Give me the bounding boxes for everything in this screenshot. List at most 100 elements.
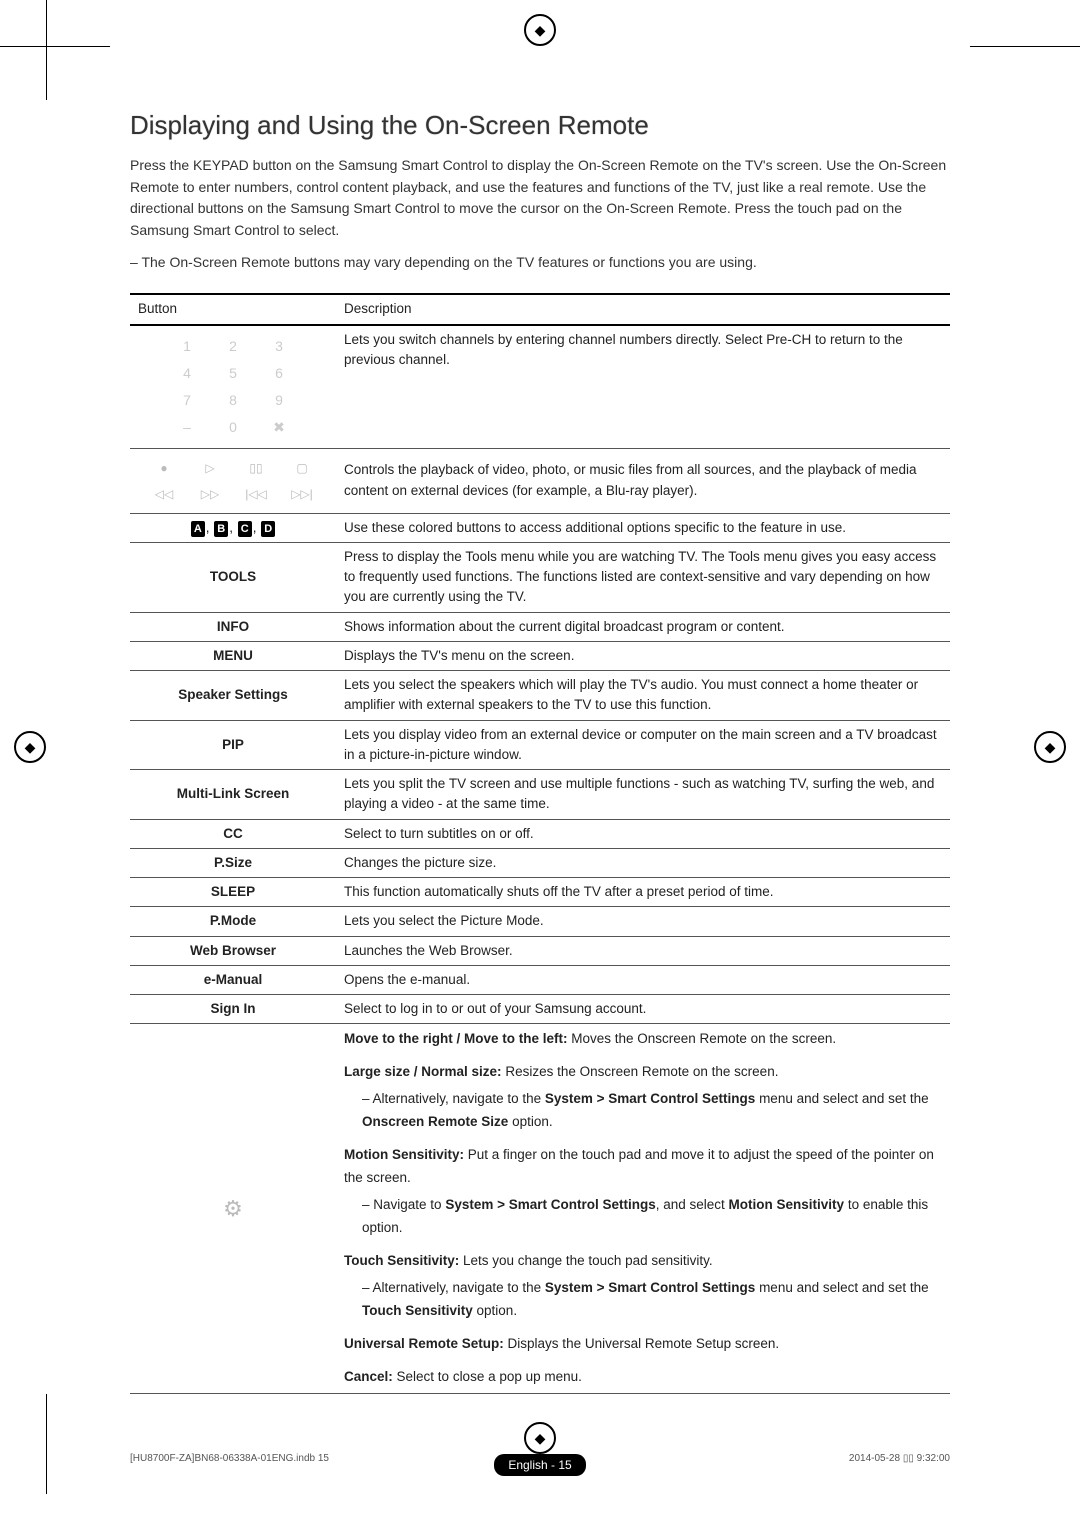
settings-icon-cell: ⚙: [130, 1024, 336, 1393]
page-content: Displaying and Using the On-Screen Remot…: [0, 0, 1080, 1536]
keypad-desc: Lets you switch channels by entering cha…: [336, 325, 950, 449]
key-icon: 3: [265, 336, 293, 357]
settings-item: Large size / Normal size: Resizes the On…: [344, 1061, 942, 1134]
settings-item-text: Lets you change the touch pad sensitivit…: [459, 1253, 712, 1268]
row-label: Sign In: [130, 995, 336, 1024]
key-icon: 4: [173, 363, 201, 384]
row-desc: Press to display the Tools menu while yo…: [336, 542, 950, 612]
settings-item: Move to the right / Move to the left: Mo…: [344, 1028, 942, 1051]
row-desc: Opens the e-manual.: [336, 965, 950, 994]
key-icon: 1: [173, 336, 201, 357]
settings-item-label: Touch Sensitivity:: [344, 1253, 459, 1268]
playback-desc: Controls the playback of video, photo, o…: [336, 448, 950, 513]
table-row: Speaker Settings Lets you select the spe…: [130, 671, 950, 721]
table-row: P.Mode Lets you select the Picture Mode.: [130, 907, 950, 936]
row-desc: Select to log in to or out of your Samsu…: [336, 995, 950, 1024]
row-label: SLEEP: [130, 878, 336, 907]
registration-mark: [1034, 731, 1066, 763]
print-meta-left: [HU8700F-ZA]BN68-06338A-01ENG.indb 15: [130, 1453, 329, 1464]
crop-mark: [46, 1394, 47, 1494]
table-row: Web Browser Launches the Web Browser.: [130, 936, 950, 965]
row-desc: Lets you select the Picture Mode.: [336, 907, 950, 936]
row-desc: This function automatically shuts off th…: [336, 878, 950, 907]
table-row: INFO Shows information about the current…: [130, 612, 950, 641]
row-label: Speaker Settings: [130, 671, 336, 721]
row-desc: Launches the Web Browser.: [336, 936, 950, 965]
crop-mark: [0, 46, 110, 47]
key-icon: 5: [219, 363, 247, 384]
key-icon: ✖: [265, 417, 293, 438]
table-row: ⚙ Move to the right / Move to the left: …: [130, 1024, 950, 1393]
row-label: CC: [130, 819, 336, 848]
row-desc: Displays the TV's menu on the screen.: [336, 641, 950, 670]
row-desc: Lets you select the speakers which will …: [336, 671, 950, 721]
row-desc: Select to turn subtitles on or off.: [336, 819, 950, 848]
settings-subnote: – Navigate to System > Smart Control Set…: [362, 1194, 942, 1240]
row-label: Web Browser: [130, 936, 336, 965]
settings-item-label: Move to the right / Move to the left:: [344, 1031, 568, 1046]
key-icon: 7: [173, 390, 201, 411]
settings-item-label: Motion Sensitivity:: [344, 1147, 464, 1162]
button-table: Button Description 1 2 3 4 5 6 7 8 9: [130, 293, 950, 1393]
settings-item-label: Universal Remote Setup:: [344, 1336, 504, 1351]
table-row: 1 2 3 4 5 6 7 8 9 – 0 ✖ Lets you switch: [130, 325, 950, 449]
note-paragraph: The On-Screen Remote buttons may vary de…: [148, 252, 950, 274]
settings-item: Motion Sensitivity: Put a finger on the …: [344, 1144, 942, 1240]
table-row: Sign In Select to log in to or out of yo…: [130, 995, 950, 1024]
registration-mark: [14, 731, 46, 763]
print-meta-right: 2014-05-28 ▯▯ 9:32:00: [849, 1453, 950, 1464]
table-row: PIP Lets you display video from an exter…: [130, 720, 950, 770]
key-icon: 9: [265, 390, 293, 411]
abcd-desc: Use these colored buttons to access addi…: [336, 513, 950, 542]
key-icon: 0: [219, 417, 247, 438]
row-label: e-Manual: [130, 965, 336, 994]
settings-subnote: – Alternatively, navigate to the System …: [362, 1277, 942, 1323]
header-button: Button: [130, 294, 336, 324]
row-desc: Changes the picture size.: [336, 848, 950, 877]
table-row: CC Select to turn subtitles on or off.: [130, 819, 950, 848]
settings-item: Cancel: Select to close a pop up menu.: [344, 1366, 942, 1389]
stop-icon: ▢: [290, 459, 314, 477]
row-label: PIP: [130, 720, 336, 770]
table-row: A, B, C, D Use these colored buttons to …: [130, 513, 950, 542]
key-icon: 2: [219, 336, 247, 357]
table-row: MENU Displays the TV's menu on the scree…: [130, 641, 950, 670]
gear-icon: ⚙: [223, 1196, 243, 1221]
settings-item-text: Select to close a pop up menu.: [393, 1369, 582, 1384]
table-row: TOOLS Press to display the Tools menu wh…: [130, 542, 950, 612]
table-row: ● ▷ ▯▯ ▢ ◁◁ ▷▷ |◁◁ ▷▷| Controls the play…: [130, 448, 950, 513]
table-header-row: Button Description: [130, 294, 950, 324]
next-icon: ▷▷|: [290, 485, 314, 503]
keypad-icon-cell: 1 2 3 4 5 6 7 8 9 – 0 ✖: [130, 325, 336, 449]
keypad-icon: 1 2 3 4 5 6 7 8 9 – 0 ✖: [138, 330, 328, 444]
row-label: P.Mode: [130, 907, 336, 936]
crop-mark: [970, 46, 1080, 47]
settings-item-text: Moves the Onscreen Remote on the screen.: [568, 1031, 837, 1046]
page-title: Displaying and Using the On-Screen Remot…: [130, 110, 950, 141]
table-row: SLEEP This function automatically shuts …: [130, 878, 950, 907]
row-label: Multi-Link Screen: [130, 770, 336, 820]
settings-item-text: Resizes the Onscreen Remote on the scree…: [502, 1064, 779, 1079]
settings-item-label: Cancel:: [344, 1369, 393, 1384]
settings-subnote: – Alternatively, navigate to the System …: [362, 1088, 942, 1134]
table-row: Multi-Link Screen Lets you split the TV …: [130, 770, 950, 820]
pause-icon: ▯▯: [244, 459, 268, 477]
abcd-icon-cell: A, B, C, D: [130, 513, 336, 542]
row-desc: Shows information about the current digi…: [336, 612, 950, 641]
prev-icon: |◁◁: [244, 485, 268, 503]
settings-item-text: Displays the Universal Remote Setup scre…: [504, 1336, 779, 1351]
settings-item: Universal Remote Setup: Displays the Uni…: [344, 1333, 942, 1356]
settings-item: Touch Sensitivity: Lets you change the t…: [344, 1250, 942, 1323]
rewind-icon: ◁◁: [152, 485, 176, 503]
key-icon: –: [173, 417, 201, 438]
key-icon: 8: [219, 390, 247, 411]
settings-desc: Move to the right / Move to the left: Mo…: [336, 1024, 950, 1393]
registration-mark: [524, 14, 556, 46]
b-button-icon: B: [214, 521, 228, 538]
key-icon: 6: [265, 363, 293, 384]
play-icon: ▷: [198, 459, 222, 477]
playback-icon-cell: ● ▷ ▯▯ ▢ ◁◁ ▷▷ |◁◁ ▷▷|: [130, 448, 336, 513]
row-label: MENU: [130, 641, 336, 670]
d-button-icon: D: [261, 521, 275, 538]
fastforward-icon: ▷▷: [198, 485, 222, 503]
